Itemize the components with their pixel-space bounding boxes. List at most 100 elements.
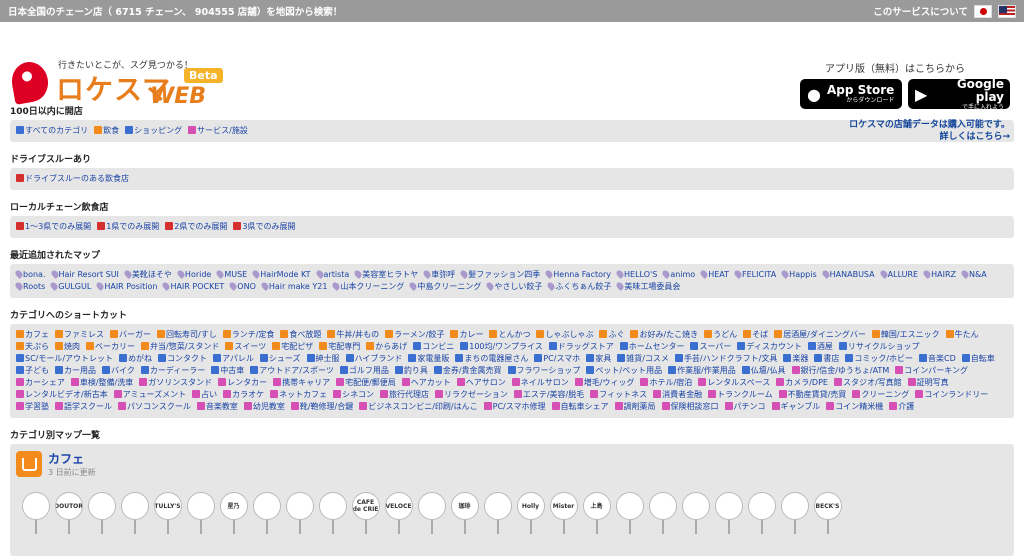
chain-pin[interactable]: 星乃	[219, 492, 248, 534]
shortcuts-link[interactable]: 紳士服	[306, 353, 340, 365]
shortcuts-link[interactable]: ビジネスコンビニ/印刷/はんこ	[359, 401, 478, 413]
recent-link[interactable]: N&A	[960, 269, 987, 281]
shortcuts-link[interactable]: バーガー	[110, 329, 151, 341]
shortcuts-link[interactable]: 居酒屋/ダイニングバー	[774, 329, 866, 341]
shortcuts-link[interactable]: スタジオ/写真館	[833, 377, 902, 389]
recent-link[interactable]: 美味工場委員会	[615, 281, 680, 293]
shortcuts-link[interactable]: とんかつ	[489, 329, 530, 341]
shortcuts-link[interactable]: ランチ/定食	[222, 329, 274, 341]
about-link[interactable]: このサービスについて	[873, 4, 968, 18]
recent-link[interactable]: MUSE	[215, 269, 247, 281]
shortcuts-link[interactable]: 牛丼/丼もの	[327, 329, 379, 341]
shortcuts-link[interactable]: ギャンブル	[771, 401, 820, 413]
shortcuts-link[interactable]: クリーニング	[852, 389, 909, 401]
chain-pin[interactable]: TULLY'S	[153, 492, 182, 534]
shortcuts-link[interactable]: コミック/ホビー	[845, 353, 913, 365]
chain-pin[interactable]	[780, 492, 809, 534]
recent-link[interactable]: HairMode KT	[251, 269, 311, 281]
shortcuts-link[interactable]: からあげ	[366, 341, 407, 353]
chain-pin[interactable]	[186, 492, 215, 534]
shortcuts-link[interactable]: ネイルサロン	[511, 377, 569, 389]
local-link[interactable]: 1県でのみ展開	[97, 221, 159, 233]
recent-link[interactable]: Hair Resort SUI	[49, 269, 119, 281]
recent-link[interactable]: HAIR Position	[95, 281, 157, 293]
shortcuts-link[interactable]: PC/スマホ修理	[483, 401, 546, 413]
shortcuts-link[interactable]: 不動産賃貸/売買	[778, 389, 846, 401]
shortcuts-link[interactable]: レンタルスペース	[698, 377, 770, 389]
shortcuts-link[interactable]: ヘアカット	[401, 377, 451, 389]
shortcuts-link[interactable]: 食べ放題	[280, 329, 321, 341]
recent-link[interactable]: HANABUSA	[820, 269, 875, 281]
recent-link[interactable]: 山本クリーニング	[331, 281, 404, 293]
shortcuts-link[interactable]: リラクゼーション	[435, 389, 508, 401]
shortcuts-link[interactable]: 音楽CD	[919, 353, 956, 365]
chain-pin[interactable]	[87, 492, 116, 534]
chain-pin[interactable]	[318, 492, 347, 534]
app-store-button[interactable]: ● App Store からダウンロード	[800, 79, 902, 109]
chain-pin[interactable]	[648, 492, 677, 534]
chain-pin[interactable]	[747, 492, 776, 534]
shortcuts-link[interactable]: パソコンスクール	[118, 401, 191, 413]
recent-link[interactable]: 中島クリーニング	[408, 281, 481, 293]
shortcuts-link[interactable]: 弁当/惣菜/スタンド	[141, 341, 219, 353]
local-link[interactable]: 3県でのみ展開	[233, 221, 295, 233]
shortcuts-link[interactable]: アミューズメント	[113, 389, 186, 401]
chain-pin[interactable]	[714, 492, 743, 534]
shortcuts-link[interactable]: ドラッグストア	[548, 341, 614, 353]
chain-pin[interactable]	[21, 492, 50, 534]
cafe-card[interactable]: カフェ 3 日前に更新 DOUTOR TULLY'S 星乃 CAFE de CRIE V…	[10, 444, 1014, 556]
shortcuts-link[interactable]: カラオケ	[223, 389, 264, 401]
shortcuts-link[interactable]: 介護	[889, 401, 914, 413]
shortcuts-link[interactable]: 100均/ワンプライス	[460, 341, 543, 353]
shortcuts-link[interactable]: ペット/ペット用品	[586, 365, 662, 377]
chain-pin[interactable]	[417, 492, 446, 534]
shortcuts-link[interactable]: ゴルフ用品	[339, 365, 389, 377]
us-flag-icon[interactable]	[998, 4, 1016, 18]
shortcuts-link[interactable]: 家電量販	[408, 353, 449, 365]
shortcuts-link[interactable]: コンタクト	[158, 353, 207, 365]
shortcuts-link[interactable]: カーディーラー	[140, 365, 205, 377]
shortcuts-link[interactable]: アパレル	[213, 353, 254, 365]
shortcuts-link[interactable]: コンビニ	[413, 341, 454, 353]
chain-pin[interactable]	[483, 492, 512, 534]
shortcuts-link[interactable]: 増毛/ウィッグ	[574, 377, 634, 389]
shortcuts-link[interactable]: カレー	[450, 329, 483, 341]
shortcuts-link[interactable]: トランクルーム	[708, 389, 773, 401]
chain-pin[interactable]	[285, 492, 314, 534]
new_open-link[interactable]: サービス/施設	[188, 125, 248, 137]
shortcuts-link[interactable]: 消費者金融	[653, 389, 702, 401]
shortcuts-link[interactable]: フラワーショップ	[507, 365, 580, 377]
shortcuts-link[interactable]: カー用品	[55, 365, 96, 377]
recent-link[interactable]: Hair make Y21	[259, 281, 327, 293]
shortcuts-link[interactable]: 幼児教室	[243, 401, 285, 413]
shortcuts-link[interactable]: SC/モール/アウトレット	[16, 353, 113, 365]
recent-link[interactable]: やさしい餃子	[485, 281, 542, 293]
shortcuts-link[interactable]: ファミレス	[55, 329, 104, 341]
shortcuts-link[interactable]: 金券/貴金属売買	[433, 365, 502, 377]
recent-link[interactable]: Roots	[14, 281, 45, 293]
shortcuts-link[interactable]: 保険相談窓口	[661, 401, 719, 413]
recent-link[interactable]: 美容室ヒラトヤ	[353, 269, 418, 281]
shortcuts-link[interactable]: 占い	[192, 389, 217, 401]
shortcuts-link[interactable]: 宅配便/郵便局	[336, 377, 396, 389]
shortcuts-link[interactable]: 語学スクール	[55, 401, 112, 413]
shortcuts-link[interactable]: スーパー	[690, 341, 731, 353]
recent-link[interactable]: GULGUL	[49, 281, 91, 293]
shortcuts-link[interactable]: レンタカー	[218, 377, 267, 389]
shortcuts-link[interactable]: 子ども	[16, 365, 49, 377]
chain-pin[interactable]	[615, 492, 644, 534]
recent-link[interactable]: HEAT	[699, 269, 729, 281]
chain-pin[interactable]	[681, 492, 710, 534]
shortcuts-link[interactable]: カフェ	[16, 329, 49, 341]
shortcuts-link[interactable]: 韓国/エスニック	[871, 329, 940, 341]
recent-link[interactable]: ONO	[228, 281, 256, 293]
shortcuts-link[interactable]: ラーメン/餃子	[385, 329, 444, 341]
chain-pin[interactable]: Holly	[516, 492, 545, 534]
shortcuts-link[interactable]: 焼肉	[55, 341, 80, 353]
shortcuts-link[interactable]: まちの電器屋さん	[455, 353, 528, 365]
shortcuts-link[interactable]: カーシェア	[16, 377, 65, 389]
recent-link[interactable]: HAIR POCKET	[161, 281, 224, 293]
shortcuts-link[interactable]: 酒屋	[807, 341, 833, 353]
shortcuts-link[interactable]: 自転車	[961, 353, 995, 365]
shortcuts-link[interactable]: ガソリンスタンド	[139, 377, 212, 389]
